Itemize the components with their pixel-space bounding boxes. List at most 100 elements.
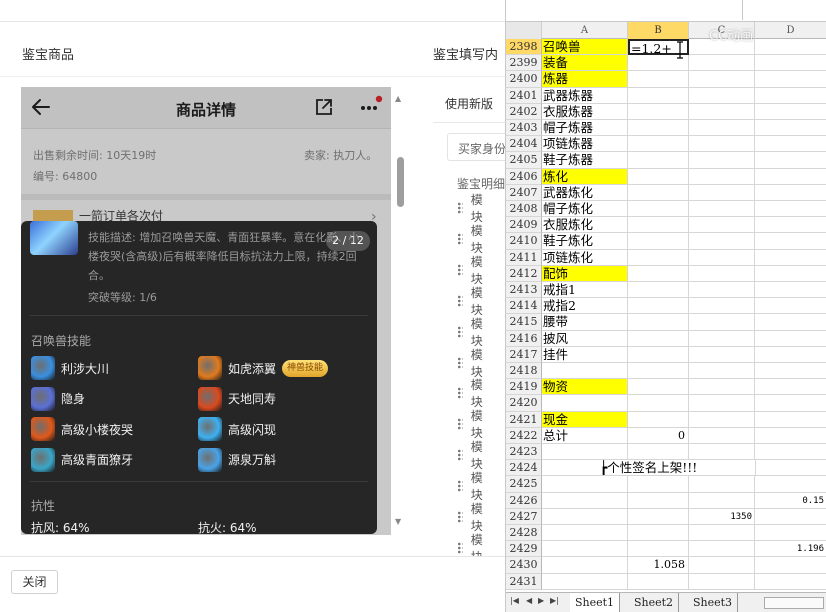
- last-sheet-icon[interactable]: ▶|: [550, 596, 559, 605]
- cell-d[interactable]: 1.196: [755, 541, 826, 558]
- cell-a[interactable]: 鞋子炼器: [542, 152, 628, 169]
- cell-c[interactable]: [689, 152, 755, 169]
- cell-c[interactable]: [689, 314, 755, 331]
- row-header[interactable]: 2411: [506, 249, 542, 266]
- cell-c[interactable]: [689, 265, 755, 282]
- skill-item[interactable]: 高级青面獠牙: [31, 447, 133, 473]
- row-header[interactable]: 2431: [506, 573, 542, 590]
- cell-c[interactable]: [689, 103, 755, 120]
- row-header[interactable]: 2427: [506, 508, 542, 525]
- cell-c[interactable]: [689, 233, 755, 250]
- cell-b[interactable]: [628, 314, 689, 331]
- cell-b[interactable]: 1.058: [628, 557, 689, 574]
- cell-d[interactable]: [755, 509, 826, 525]
- tab-sheet3[interactable]: Sheet3: [688, 593, 739, 612]
- cell-d[interactable]: [755, 136, 826, 153]
- cell-d[interactable]: [755, 55, 826, 72]
- cell-a[interactable]: 物资: [542, 379, 628, 396]
- column-header-d[interactable]: D: [755, 22, 826, 39]
- cell-a[interactable]: 衣服炼化: [542, 217, 628, 234]
- cell-b[interactable]: [628, 282, 689, 299]
- cell-c[interactable]: [689, 55, 755, 72]
- first-sheet-icon[interactable]: |◀: [510, 596, 519, 605]
- row-header[interactable]: 2423: [506, 444, 542, 461]
- row-header[interactable]: 2403: [506, 120, 542, 137]
- row-header[interactable]: 2425: [506, 476, 542, 493]
- cell-d[interactable]: [755, 298, 826, 315]
- cell-b[interactable]: [628, 136, 689, 153]
- row-header[interactable]: 2399: [506, 55, 542, 72]
- drag-handle-icon[interactable]: [457, 541, 463, 554]
- cell-b[interactable]: [628, 492, 689, 509]
- cell-d[interactable]: [755, 71, 826, 88]
- cell-a[interactable]: 装备: [542, 55, 628, 72]
- row-header[interactable]: 2405: [506, 152, 542, 169]
- preview-scrollbar-thumb[interactable]: [397, 157, 404, 207]
- cell-c[interactable]: [689, 249, 755, 266]
- row-header[interactable]: 2398: [506, 39, 542, 56]
- module-row[interactable]: 模块: [457, 224, 486, 255]
- cell-c[interactable]: [689, 136, 755, 153]
- skill-item[interactable]: 如虎添翼 神兽技能: [198, 355, 329, 381]
- cell-a[interactable]: 戒指1: [542, 282, 628, 299]
- cell-a[interactable]: 武器炼化: [542, 184, 628, 201]
- row-header[interactable]: 2422: [506, 427, 542, 444]
- cell-d[interactable]: [755, 331, 826, 347]
- module-row[interactable]: 模块: [457, 286, 486, 317]
- row-header[interactable]: 2417: [506, 346, 542, 363]
- row-header[interactable]: 2409: [506, 217, 542, 234]
- cell-d[interactable]: [755, 412, 826, 428]
- next-sheet-icon[interactable]: ▶: [538, 596, 544, 605]
- cell-c[interactable]: 1350: [689, 508, 755, 525]
- cell-a[interactable]: 项链炼器: [542, 136, 628, 153]
- cell-a[interactable]: 召唤兽: [542, 39, 628, 56]
- row-header[interactable]: 2426: [506, 492, 542, 509]
- cell-d[interactable]: [755, 201, 826, 218]
- row-header[interactable]: 2401: [506, 87, 542, 104]
- cell-c[interactable]: [689, 282, 755, 299]
- tab-sheet1[interactable]: Sheet1: [570, 593, 621, 612]
- cell-a[interactable]: 项链炼化: [542, 249, 628, 266]
- cell-b[interactable]: [628, 508, 689, 525]
- module-row[interactable]: 模块: [457, 502, 486, 533]
- skill-item[interactable]: 高级小楼夜哭: [31, 416, 133, 442]
- cell-b[interactable]: [628, 363, 689, 380]
- formula-bar[interactable]: [506, 0, 826, 22]
- row-header[interactable]: 2413: [506, 282, 542, 299]
- tab-sheet2[interactable]: Sheet2: [629, 593, 680, 612]
- drag-handle-icon[interactable]: [457, 263, 463, 276]
- cell-d[interactable]: [755, 152, 826, 169]
- drag-handle-icon[interactable]: [457, 418, 463, 431]
- cell-a[interactable]: 鞋子炼化: [542, 233, 628, 250]
- buyer-identity-tab[interactable]: 买家身份: [447, 133, 507, 161]
- drag-handle-icon[interactable]: [457, 325, 463, 338]
- row-header[interactable]: 2408: [506, 201, 542, 218]
- cell-d[interactable]: [755, 347, 826, 363]
- cell-c[interactable]: [689, 557, 755, 574]
- cell-c[interactable]: [689, 330, 755, 347]
- skill-item[interactable]: 高级闪现: [198, 416, 276, 442]
- cell-d[interactable]: [755, 266, 826, 282]
- row-header[interactable]: 2400: [506, 71, 542, 88]
- cell-b[interactable]: [628, 411, 689, 428]
- cell-a[interactable]: [542, 476, 628, 493]
- row-header[interactable]: 2424: [506, 460, 542, 477]
- cell-d[interactable]: [755, 88, 826, 104]
- column-header-a[interactable]: A: [542, 22, 628, 39]
- cell-c[interactable]: [689, 525, 755, 542]
- cell-a[interactable]: [542, 395, 628, 412]
- row-header[interactable]: 2406: [506, 168, 542, 185]
- cell-d[interactable]: [755, 169, 826, 185]
- cell-d[interactable]: [755, 574, 826, 590]
- row-header[interactable]: 2421: [506, 411, 542, 428]
- cell-b[interactable]: [628, 379, 689, 396]
- cell-d[interactable]: [755, 104, 826, 120]
- scroll-down-arrow-icon[interactable]: ▼: [395, 517, 401, 526]
- cell-a[interactable]: 帽子炼器: [542, 120, 628, 137]
- cell-a[interactable]: 披风: [542, 330, 628, 347]
- cell-b[interactable]: [628, 168, 689, 185]
- cell-c[interactable]: [689, 492, 755, 509]
- row-header[interactable]: 2415: [506, 314, 542, 331]
- cell-c[interactable]: [689, 201, 755, 218]
- cell-a[interactable]: 衣服炼器: [542, 103, 628, 120]
